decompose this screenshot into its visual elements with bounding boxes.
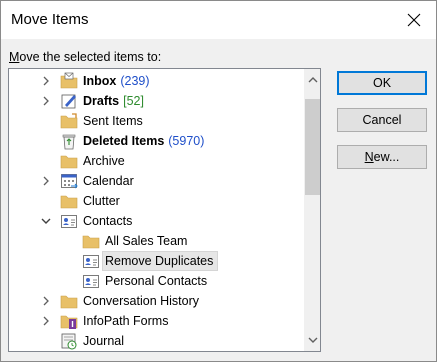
recycle-bin-icon (60, 132, 78, 150)
scroll-down-arrow[interactable] (304, 331, 320, 348)
folder-icon (60, 292, 78, 310)
tree-item-label: Contacts (83, 214, 133, 228)
contacts-icon (82, 272, 100, 290)
tree-item-label: Calendar (83, 174, 134, 188)
chevron-up-icon (308, 76, 317, 82)
tree-item-label: Conversation History (83, 294, 200, 308)
chevron-down-icon[interactable] (41, 216, 51, 226)
tree-item-label: Clutter (83, 194, 120, 208)
tree-item-archive[interactable]: Archive (9, 151, 305, 171)
tree-item-calendar[interactable]: Calendar (9, 171, 305, 191)
vertical-scrollbar[interactable] (304, 69, 320, 351)
chevron-right-icon[interactable] (41, 316, 51, 326)
title-bar: Move Items (1, 1, 436, 39)
tree-item-contacts[interactable]: Contacts (9, 211, 305, 231)
tree-item-label: Drafts (83, 94, 120, 108)
tree-item-journal[interactable]: Journal (9, 331, 305, 351)
journal-icon (60, 332, 78, 350)
tree-item-conversation-history[interactable]: Conversation History (9, 291, 305, 311)
scroll-up-arrow[interactable] (304, 71, 320, 88)
folder-icon (82, 232, 100, 250)
folder-icon (60, 152, 78, 170)
cancel-button[interactable]: Cancel (337, 108, 427, 132)
tree-item-inbox[interactable]: Inbox (239) (9, 71, 305, 91)
unread-count: (5970) (168, 134, 205, 148)
tree-item-clutter[interactable]: Clutter (9, 191, 305, 211)
tree-item-label: InfoPath Forms (83, 314, 169, 328)
chevron-right-icon[interactable] (41, 176, 51, 186)
ok-button[interactable]: OK (337, 71, 427, 95)
tree-item-remove-duplicates[interactable]: Remove Duplicates (9, 251, 305, 271)
tree-item-label: Remove Duplicates (105, 254, 214, 268)
tree-item-deleted-items[interactable]: Deleted Items (5970) (9, 131, 305, 151)
close-icon (407, 13, 421, 27)
sent-items-icon (60, 112, 78, 130)
chevron-down-icon (308, 337, 317, 343)
drafts-icon (60, 92, 78, 110)
tree-item-personal-contacts[interactable]: Personal Contacts (9, 271, 305, 291)
tree-item-label: Journal (83, 334, 124, 348)
folder-icon (60, 192, 78, 210)
tree-item-infopath-forms[interactable]: InfoPath Forms (9, 311, 305, 331)
chevron-right-icon[interactable] (41, 296, 51, 306)
chevron-right-icon[interactable] (41, 96, 51, 106)
tree-item-sent-items[interactable]: Sent Items (9, 111, 305, 131)
scroll-thumb[interactable] (305, 99, 320, 195)
infopath-icon (60, 312, 78, 330)
unread-count: [52] (123, 94, 144, 108)
dialog-title: Move Items (11, 11, 89, 28)
contacts-icon (82, 252, 100, 270)
inbox-icon (60, 72, 78, 90)
destination-prompt: Move the selected items to: (9, 50, 162, 64)
tree-item-label: Deleted Items (83, 134, 165, 148)
tree-item-label: Personal Contacts (105, 274, 208, 288)
unread-count: (239) (120, 74, 150, 88)
tree-item-drafts[interactable]: Drafts [52] (9, 91, 305, 111)
tree-item-label: Archive (83, 154, 125, 168)
contacts-icon (60, 212, 78, 230)
calendar-icon (60, 172, 78, 190)
tree-item-label: Inbox (83, 74, 117, 88)
tree-item-label: Sent Items (83, 114, 143, 128)
new-folder-button[interactable]: New... (337, 145, 427, 169)
folder-tree[interactable]: Inbox (239) Drafts [52] Sent Items Deleted It… (8, 68, 321, 352)
close-button[interactable] (398, 5, 430, 35)
tree-item-label: All Sales Team (105, 234, 188, 248)
tree-item-all-sales-team[interactable]: All Sales Team (9, 231, 305, 251)
move-items-dialog: Move Items Move the selected items to: I… (0, 0, 437, 362)
chevron-right-icon[interactable] (41, 76, 51, 86)
